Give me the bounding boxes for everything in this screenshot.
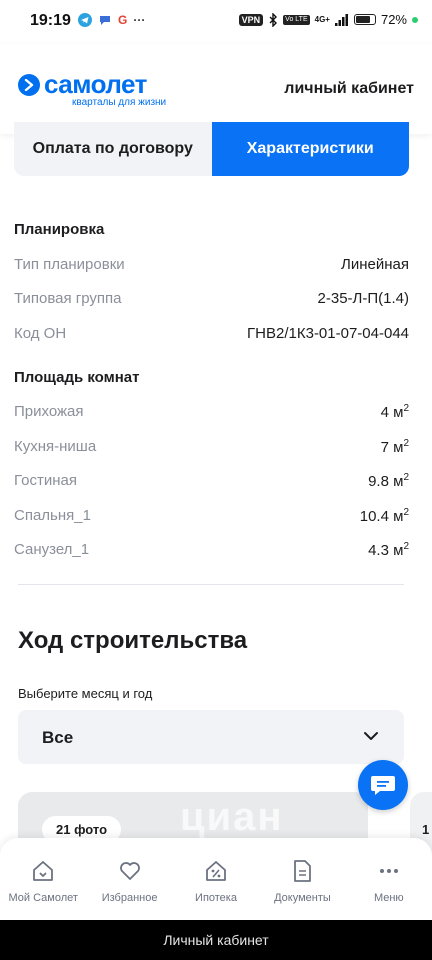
row-label: Типовая группа: [14, 290, 122, 307]
nav-menu[interactable]: Меню: [346, 838, 432, 920]
more-icon: [376, 858, 402, 884]
privacy-indicator-icon: [412, 16, 418, 23]
status-bar: 19:19 G ··· VPN Vo LTE 4G+ 72%: [0, 0, 432, 44]
rooms-section-title: Площадь комнат: [14, 369, 140, 386]
month-select-label: Выберите месяц и год: [18, 686, 153, 701]
nav-label: Документы: [274, 892, 331, 904]
row-label: Тип планировки: [14, 256, 125, 273]
section-divider: [18, 584, 404, 585]
mortgage-icon: [203, 858, 229, 884]
row-label: Спальня_1: [14, 507, 91, 524]
logo-tagline: кварталы для жизни: [72, 97, 167, 108]
row-value: ГНВ2/1К3-01-07-04-044: [247, 325, 409, 342]
signal-icon: [334, 13, 348, 26]
browser-title-bar: Личный кабинет: [0, 920, 432, 960]
tab-payment[interactable]: Оплата по договору: [14, 122, 212, 176]
battery-icon: [353, 14, 376, 25]
tab-bar: Оплата по договору Характеристики: [14, 122, 409, 176]
volte-badge: Vo LTE: [283, 14, 310, 25]
logo-name: самолет: [44, 69, 147, 99]
row-label: Код ОН: [14, 325, 67, 342]
nav-favorites[interactable]: Избранное: [86, 838, 172, 920]
layout-row-code: Код ОН ГНВ2/1К3-01-07-04-044: [14, 325, 409, 342]
battery-percent: 72%: [380, 12, 407, 27]
document-icon: [289, 858, 315, 884]
heart-icon: [117, 858, 143, 884]
room-row: Гостиная 9.8 м2: [14, 472, 409, 490]
row-value: 4 м2: [380, 403, 409, 421]
vpn-badge: VPN: [238, 13, 264, 26]
nav-label: Избранное: [101, 892, 158, 904]
app-header: самолет кварталы для жизни личный кабине…: [0, 44, 432, 134]
logo-arrow-icon: [18, 74, 40, 96]
room-row: Прихожая 4 м2: [14, 403, 409, 421]
personal-cabinet-link[interactable]: личный кабинет: [284, 80, 414, 98]
nav-label: Ипотека: [195, 892, 237, 904]
system-status: VPN Vo LTE 4G+ 72%: [238, 12, 418, 27]
more-notifications-icon: ···: [133, 13, 146, 27]
chevron-down-icon: [364, 732, 378, 740]
notification-icons: G ···: [78, 13, 145, 27]
tab-characteristics[interactable]: Характеристики: [211, 122, 409, 176]
room-row: Спальня_1 10.4 м2: [14, 507, 409, 525]
nav-label: Меню: [373, 892, 404, 904]
bluetooth-icon: [269, 12, 278, 27]
layout-section-title: Планировка: [14, 221, 105, 238]
row-label: Гостиная: [14, 472, 77, 489]
google-icon: G: [118, 13, 128, 27]
row-value: 10.4 м2: [359, 507, 409, 525]
layout-row-type: Тип планировки Линейная: [14, 256, 409, 273]
browser-title: Личный кабинет: [163, 932, 269, 948]
row-label: Прихожая: [14, 403, 84, 420]
photo-count-badge-partial: 1: [422, 822, 430, 837]
room-row: Санузел_1 4.3 м2: [14, 541, 409, 559]
row-label: Санузел_1: [14, 541, 90, 558]
construction-title: Ход строительства: [18, 627, 248, 654]
row-value: 2-35-Л-П(1.4): [317, 290, 409, 307]
select-value: Все: [42, 728, 74, 747]
row-value: Линейная: [341, 256, 409, 273]
telegram-icon: [78, 13, 92, 27]
chat-icon: [371, 776, 395, 795]
nav-my-samolet[interactable]: Мой Самолет: [0, 838, 86, 920]
status-time: 19:19: [30, 12, 71, 29]
nav-documents[interactable]: Документы: [259, 838, 345, 920]
month-year-select[interactable]: Все: [18, 710, 404, 764]
layout-row-group: Типовая группа 2-35-Л-П(1.4): [14, 290, 409, 307]
nav-label: Мой Самолет: [8, 892, 78, 904]
chat-button[interactable]: [358, 760, 408, 810]
row-value: 7 м2: [380, 438, 409, 456]
bottom-navigation: Мой Самолет Избранное Ипотека Документы …: [0, 838, 432, 920]
row-value: 9.8 м2: [368, 472, 409, 490]
cian-watermark: циан: [180, 795, 284, 839]
row-label: Кухня-ниша: [14, 438, 97, 455]
row-value: 4.3 м2: [368, 541, 409, 559]
samolet-logo[interactable]: самолет кварталы для жизни: [18, 69, 167, 108]
chat-notification-icon: [100, 16, 110, 25]
network-type: 4G+: [314, 15, 330, 24]
nav-mortgage[interactable]: Ипотека: [173, 838, 259, 920]
room-row: Кухня-ниша 7 м2: [14, 438, 409, 456]
home-icon: [30, 858, 56, 884]
